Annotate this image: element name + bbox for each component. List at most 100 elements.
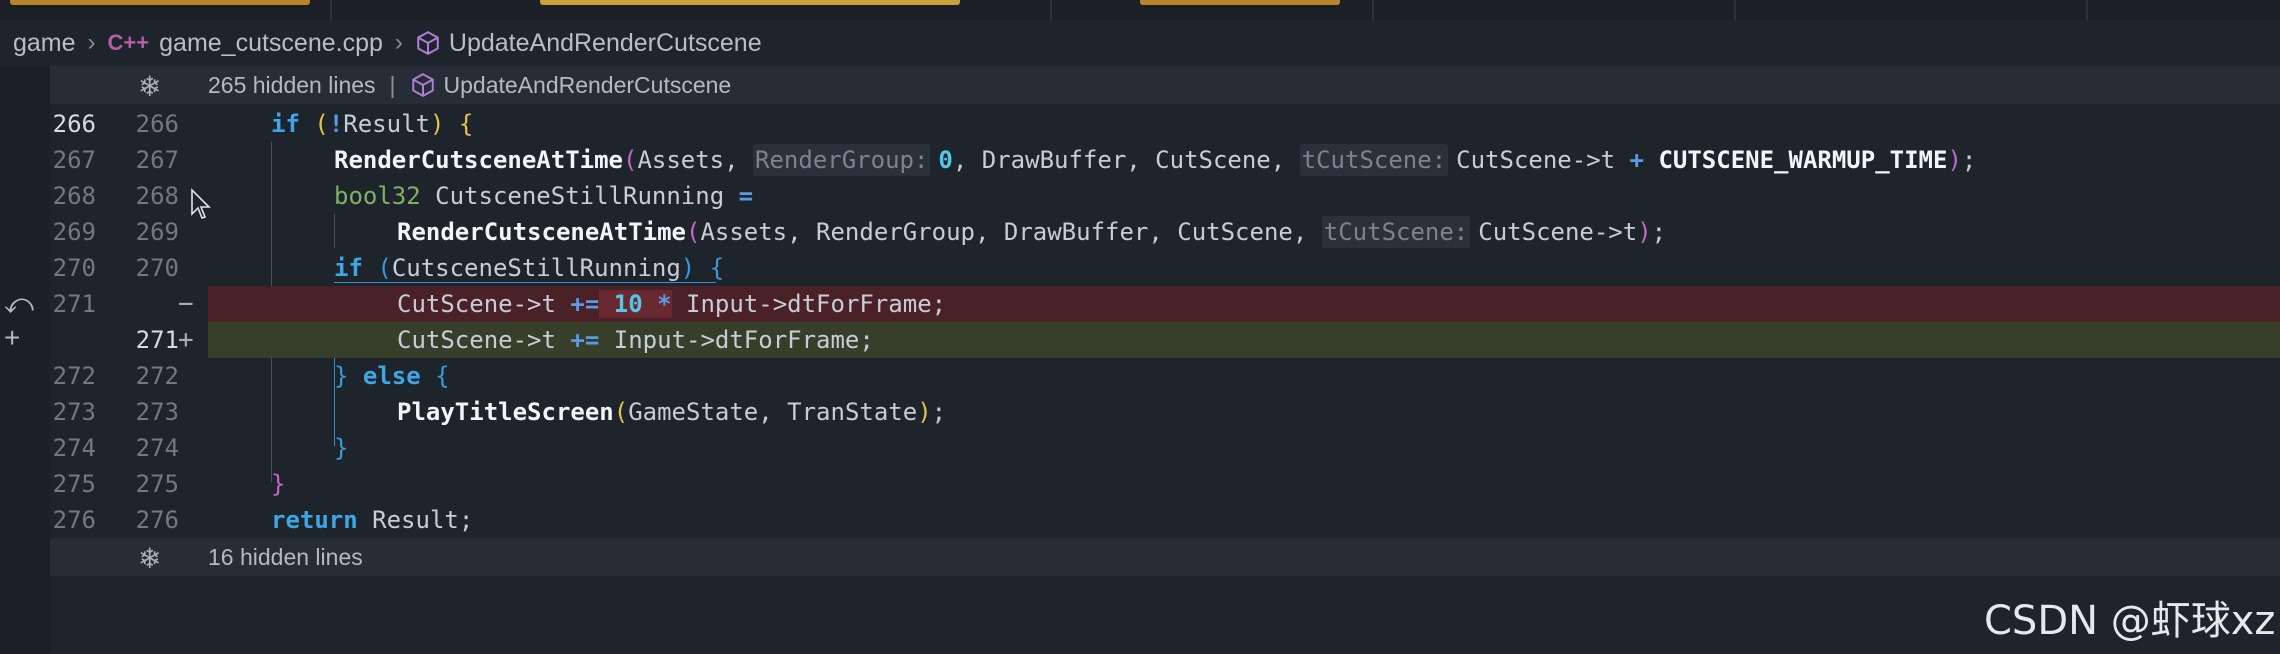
unfold-icon[interactable]: ❄ <box>138 70 161 103</box>
old-line-number: 273 <box>52 398 96 426</box>
code-line-274[interactable]: 274 274 } <box>0 430 2280 466</box>
symbol-method-icon <box>417 31 439 55</box>
argument: , DrawBuffer, CutScene, <box>952 146 1300 174</box>
identifier: CutsceneStillRunning <box>420 182 739 210</box>
paren: ) <box>680 254 710 282</box>
identifier: CutScene->t <box>397 290 571 318</box>
breadcrumb-symbol[interactable]: UpdateAndRenderCutscene <box>449 29 762 58</box>
new-line-number: 267 <box>135 146 179 174</box>
code-line-272[interactable]: 272 272 } else { <box>0 358 2280 394</box>
function-name: PlayTitleScreen <box>397 398 614 426</box>
added-line[interactable]: + 271 + CutScene->t += Input->dtForFrame… <box>0 322 2280 358</box>
divider: | <box>389 71 396 98</box>
breadcrumb-root[interactable]: game <box>13 29 76 58</box>
watermark: CSDN @虾球xz <box>1984 598 2276 644</box>
brace: } <box>334 362 349 390</box>
code-line-273[interactable]: 273 273 PlayTitleScreen(GameState, TranS… <box>0 394 2280 430</box>
argument: Assets, RenderGroup, DrawBuffer, CutScen… <box>700 218 1322 246</box>
paren: ( <box>685 218 701 246</box>
old-line-number: 272 <box>52 362 96 390</box>
argument: CutScene->t <box>1478 218 1638 246</box>
operator: * <box>642 290 672 318</box>
code-line-268[interactable]: 268 268 bool32 CutsceneStillRunning = <box>0 178 2280 214</box>
tab[interactable] <box>1736 0 2088 20</box>
hidden-lines-label: 16 hidden lines <box>208 543 363 570</box>
function-name: RenderCutsceneAtTime <box>334 146 623 174</box>
code-line-269[interactable]: 269 269 RenderCutsceneAtTime(Assets, Ren… <box>0 214 2280 250</box>
old-line-number: 267 <box>52 146 96 174</box>
fold-bottom[interactable]: ❄ 16 hidden lines <box>50 538 2280 576</box>
symbol-method-icon <box>411 73 434 97</box>
code-line-275[interactable]: 275 275 } <box>0 466 2280 502</box>
chevron-right-icon: › <box>394 29 403 56</box>
tab-indicator <box>10 0 310 5</box>
semicolon: ; <box>1651 218 1667 246</box>
breadcrumb: game › C++ game_cutscene.cpp › UpdateAnd… <box>0 20 2280 66</box>
argument: GameState, TranState <box>628 398 918 426</box>
argument: Assets, <box>637 146 754 174</box>
keyword: else <box>348 362 421 390</box>
paren: ) <box>429 110 459 138</box>
old-line-number: 266 <box>52 110 96 138</box>
brace: { <box>458 110 474 138</box>
new-line-number: 269 <box>135 218 179 246</box>
code-line-270[interactable]: 270 270 if (CutsceneStillRunning) { <box>0 250 2280 286</box>
paren: ( <box>299 110 329 138</box>
new-line-number: 275 <box>135 470 179 498</box>
brace: { <box>420 362 450 390</box>
keyword: return <box>271 506 358 534</box>
fold-symbol-label: UpdateAndRenderCutscene <box>443 71 732 98</box>
old-line-number: 271 <box>52 290 96 318</box>
paren: ( <box>622 146 638 174</box>
old-line-number: 269 <box>52 218 96 246</box>
new-line-number: 270 <box>135 254 179 282</box>
paren: ( <box>362 254 392 282</box>
old-line-number: 275 <box>52 470 96 498</box>
tab-indicator <box>1140 0 1340 5</box>
identifier: Input->dtForFrame; <box>671 290 947 318</box>
identifier: Result; <box>357 506 474 534</box>
chevron-right-icon: › <box>87 29 96 56</box>
old-line-number: 270 <box>52 254 96 282</box>
new-line-number: 266 <box>135 110 179 138</box>
function-name: RenderCutsceneAtTime <box>397 218 686 246</box>
paren: ) <box>1637 218 1652 246</box>
argument: CutScene->t <box>1456 146 1630 174</box>
number-literal: 0 <box>938 146 953 174</box>
inlay-hint: tCutScene: <box>1299 144 1449 176</box>
diff-plus-marker: + <box>178 325 194 355</box>
brace: { <box>709 254 725 282</box>
code-line-276[interactable]: 276 276 return Result; <box>0 502 2280 538</box>
paren: ( <box>613 398 629 426</box>
breadcrumb-file[interactable]: game_cutscene.cpp <box>159 29 383 58</box>
paren: ) <box>917 398 932 426</box>
hidden-lines-label: 265 hidden lines <box>208 71 376 98</box>
new-line-number: 271 <box>135 326 179 354</box>
number-literal: 10 <box>599 290 643 318</box>
old-line-number: 274 <box>52 434 96 462</box>
paren: ) <box>1947 146 1962 174</box>
identifier: CutsceneStillRunning <box>391 254 681 282</box>
operator: + <box>1629 146 1644 174</box>
inlay-hint: RenderGroup: <box>753 144 931 176</box>
tab-indicator <box>540 0 960 5</box>
identifier: Result <box>343 110 430 138</box>
new-line-number: 273 <box>135 398 179 426</box>
plus-icon[interactable]: + <box>4 322 20 354</box>
identifier: Input->dtForFrame; <box>599 326 874 354</box>
diff-minus-marker: − <box>178 289 194 319</box>
brace: } <box>271 470 286 498</box>
semicolon: ; <box>1961 146 1977 174</box>
keyword: if <box>271 110 300 138</box>
unfold-icon[interactable]: ❄ <box>138 542 161 575</box>
tab[interactable] <box>1374 0 1736 20</box>
code-line-266[interactable]: 266 266 if (!Result) { <box>0 106 2280 142</box>
fold-top[interactable]: ❄ 265 hidden lines | UpdateAndRenderCuts… <box>50 66 2280 104</box>
operator: = <box>738 182 754 210</box>
deleted-line[interactable]: ⤺ 271 − CutScene->t += 10 * Input->dtFor… <box>0 286 2280 322</box>
semicolon: ; <box>931 398 947 426</box>
revert-icon[interactable]: ⤺ <box>4 288 34 321</box>
operator: ! <box>328 110 344 138</box>
cpp-file-icon: C++ <box>107 30 150 55</box>
code-line-267[interactable]: 267 267 RenderCutsceneAtTime(Assets, Ren… <box>0 142 2280 178</box>
